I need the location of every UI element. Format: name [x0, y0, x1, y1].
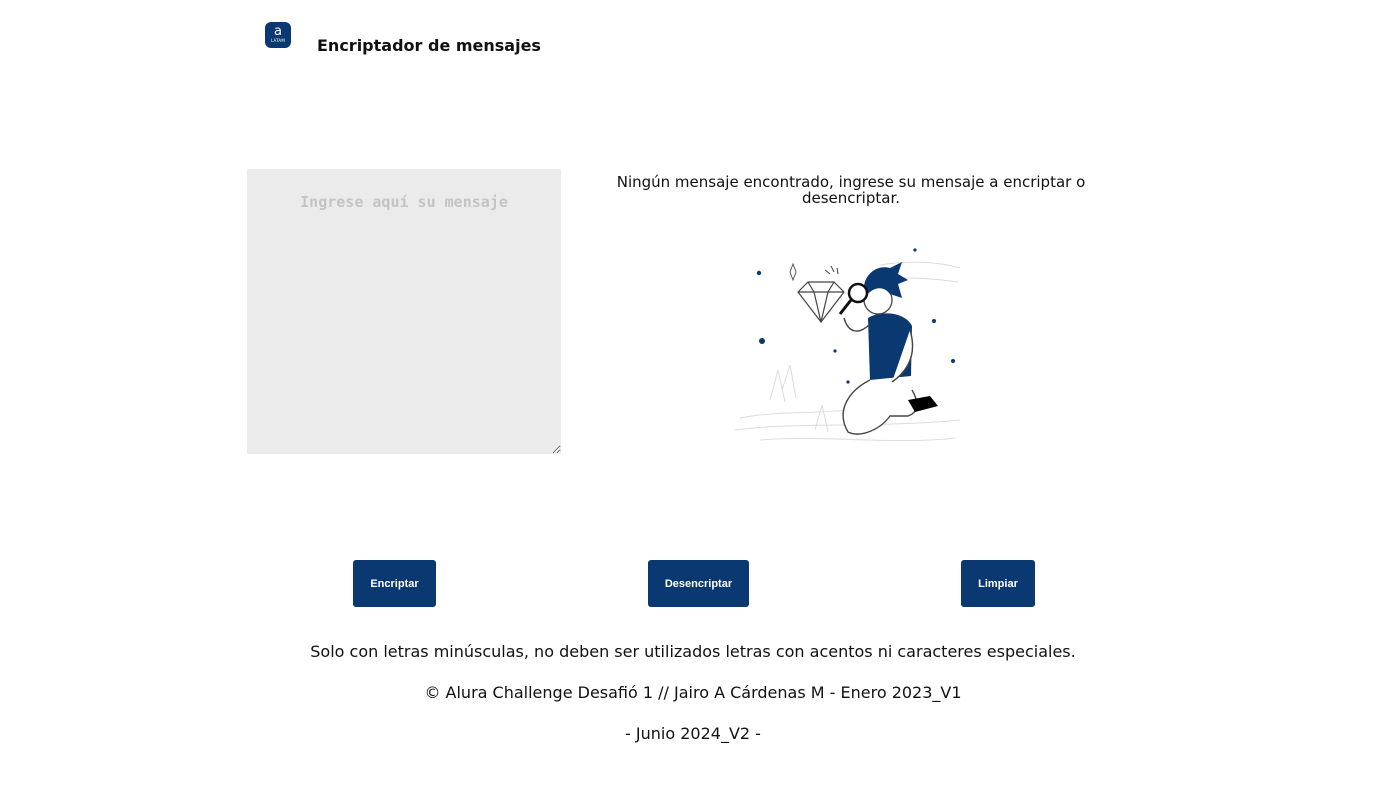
credit-text: © Alura Challenge Desafió 1 // Jairo A C…	[424, 683, 962, 702]
app-header: a LATAM Encriptador de mensajes	[265, 22, 665, 55]
instructions-note: Solo con letras minúsculas, no deben ser…	[310, 642, 1076, 661]
logo-letter: a	[274, 24, 282, 39]
app-title: Encriptador de mensajes	[317, 35, 541, 55]
encrypt-button[interactable]: Encriptar	[353, 560, 436, 607]
output-panel: Ningún mensaje encontrado, ingrese su me…	[596, 174, 1106, 206]
message-input[interactable]	[247, 169, 561, 454]
person-searching-diamond-illustration	[734, 248, 961, 442]
no-message-text: Ningún mensaje encontrado, ingrese su me…	[616, 173, 1086, 207]
alura-logo-icon: a LATAM	[265, 22, 291, 48]
clear-button[interactable]: Limpiar	[961, 560, 1035, 607]
decrypt-button[interactable]: Desencriptar	[648, 560, 749, 607]
logo-subtext: LATAM	[270, 38, 286, 43]
version-text: - Junio 2024_V2 -	[625, 724, 761, 743]
